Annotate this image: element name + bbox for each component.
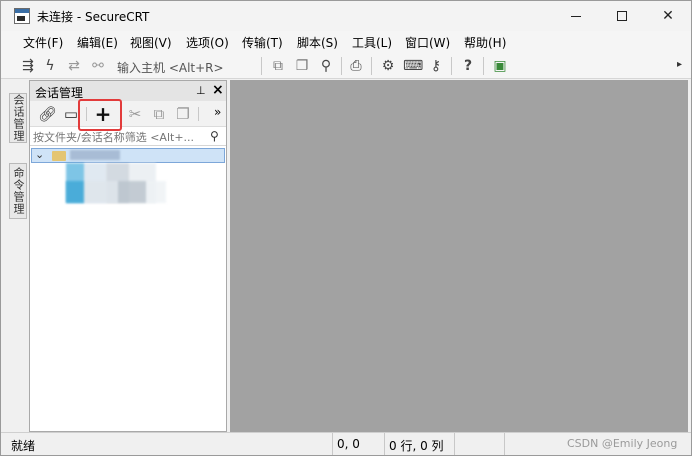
maximize-button[interactable] (599, 1, 645, 31)
find-icon[interactable]: ⚲ (317, 58, 335, 74)
keymap-icon[interactable]: ⌨ (403, 58, 423, 74)
pin-icon[interactable]: ⊥ (196, 84, 206, 97)
image-icon[interactable]: ▣ (491, 58, 509, 74)
toolbar-overflow-icon[interactable]: ▸ (677, 59, 682, 70)
host-prompt[interactable]: 输入主机 <Alt+R> (117, 59, 224, 76)
docked-side-tabs: 会话管理 命令管理 (9, 93, 27, 229)
toolbar-separator (341, 57, 342, 75)
app-icon (14, 8, 30, 24)
toolbar-separator (371, 57, 372, 75)
maximize-icon (617, 11, 627, 21)
chevron-down-icon[interactable]: ⌄ (35, 148, 44, 161)
copy-icon[interactable]: ⧉ (269, 58, 287, 74)
menu-tools[interactable]: 工具(L) (352, 34, 392, 51)
session-filter: ⚲ (30, 128, 226, 146)
connect-bar-icon[interactable]: ⇶ (19, 58, 37, 74)
toolbar-separator (483, 57, 484, 75)
settings-icon[interactable]: ⚙ (379, 58, 397, 74)
panel-title: 会话管理 (35, 86, 84, 100)
window-title: 未连接 - SecureCRT (37, 10, 150, 24)
rows-cols: 0 行, 0 列 (384, 433, 454, 455)
menu-options[interactable]: 选项(O) (186, 34, 229, 51)
toolbar-separator (261, 57, 262, 75)
terminal-area[interactable] (230, 80, 688, 432)
red-highlight-box (78, 99, 122, 131)
close-icon: ✕ (662, 8, 674, 24)
search-icon[interactable]: ⚲ (210, 129, 219, 143)
minimize-button[interactable] (553, 1, 599, 31)
menu-window[interactable]: 窗口(W) (405, 34, 450, 51)
menu-help[interactable]: 帮助(H) (464, 34, 506, 51)
copy-icon[interactable]: ⧉ (150, 105, 168, 123)
tab-command-manager[interactable]: 命令管理 (9, 163, 27, 219)
watermark: CSDN @Emily Jeong (567, 437, 678, 450)
menu-transfer[interactable]: 传输(T) (242, 34, 283, 51)
tab-session-manager[interactable]: 会话管理 (9, 93, 27, 143)
status-text: 就绪 (11, 439, 36, 453)
folder-icon (52, 151, 66, 161)
lightning-icon[interactable]: ϟ (41, 58, 59, 74)
cursor-position: 0, 0 (332, 433, 384, 455)
paste-icon[interactable]: ❐ (174, 105, 192, 123)
title-bar[interactable]: 未连接 - SecureCRT ✕ (1, 1, 691, 31)
help-icon[interactable]: ? (459, 58, 477, 74)
menu-script[interactable]: 脚本(S) (297, 34, 338, 51)
key-icon[interactable]: ⚷ (427, 58, 445, 74)
status-empty-cell (454, 433, 504, 455)
main-toolbar: ⇶ ϟ ⇄ ⚯ 输入主机 <Alt+R> ⧉ ❐ ⚲ ⎙ ⚙ ⌨ ⚷ ? ▣ ▸ (1, 53, 691, 79)
session-filter-input[interactable] (33, 129, 205, 145)
menu-file[interactable]: 文件(F) (23, 34, 63, 51)
menu-bar: 文件(F) 编辑(E) 视图(V) 选项(O) 传输(T) 脚本(S) 工具(L… (1, 31, 691, 53)
blurred-folder-label (70, 150, 120, 160)
securecrt-window: 未连接 - SecureCRT ✕ 文件(F) 编辑(E) 视图(V) 选项(O… (0, 0, 692, 456)
link-icon[interactable]: 🔗︎ (38, 105, 57, 123)
toolbar-separator (198, 107, 199, 121)
menu-view[interactable]: 视图(V) (130, 34, 172, 51)
menu-edit[interactable]: 编辑(E) (77, 34, 118, 51)
cut-icon[interactable]: ✂ (126, 105, 144, 123)
session-toolbar: 🔗︎ ▭ + ✂ ⧉ ❐ » (30, 101, 226, 127)
panel-overflow-icon[interactable]: » (214, 105, 221, 119)
status-empty-cell (504, 433, 554, 455)
paste-icon[interactable]: ❐ (293, 58, 311, 74)
panel-close-icon[interactable]: × (212, 82, 224, 98)
minimize-icon (571, 15, 581, 17)
session-tree-root[interactable]: ⌄ (31, 148, 225, 163)
toolbar-separator (451, 57, 452, 75)
status-bar: 就绪 0, 0 0 行, 0 列 CSDN @Emily Jeong (1, 432, 691, 455)
print-icon[interactable]: ⎙ (347, 58, 365, 74)
close-button[interactable]: ✕ (645, 1, 691, 31)
disconnect-icon[interactable]: ⚯ (89, 58, 107, 74)
reconnect-icon[interactable]: ⇄ (65, 58, 83, 74)
panel-header: 会话管理 ⊥ × (30, 81, 226, 101)
blurred-session-list (66, 181, 166, 203)
session-manager-panel: 会话管理 ⊥ × 🔗︎ ▭ + ✂ ⧉ ❐ » ⚲ ⌄ (29, 80, 227, 432)
